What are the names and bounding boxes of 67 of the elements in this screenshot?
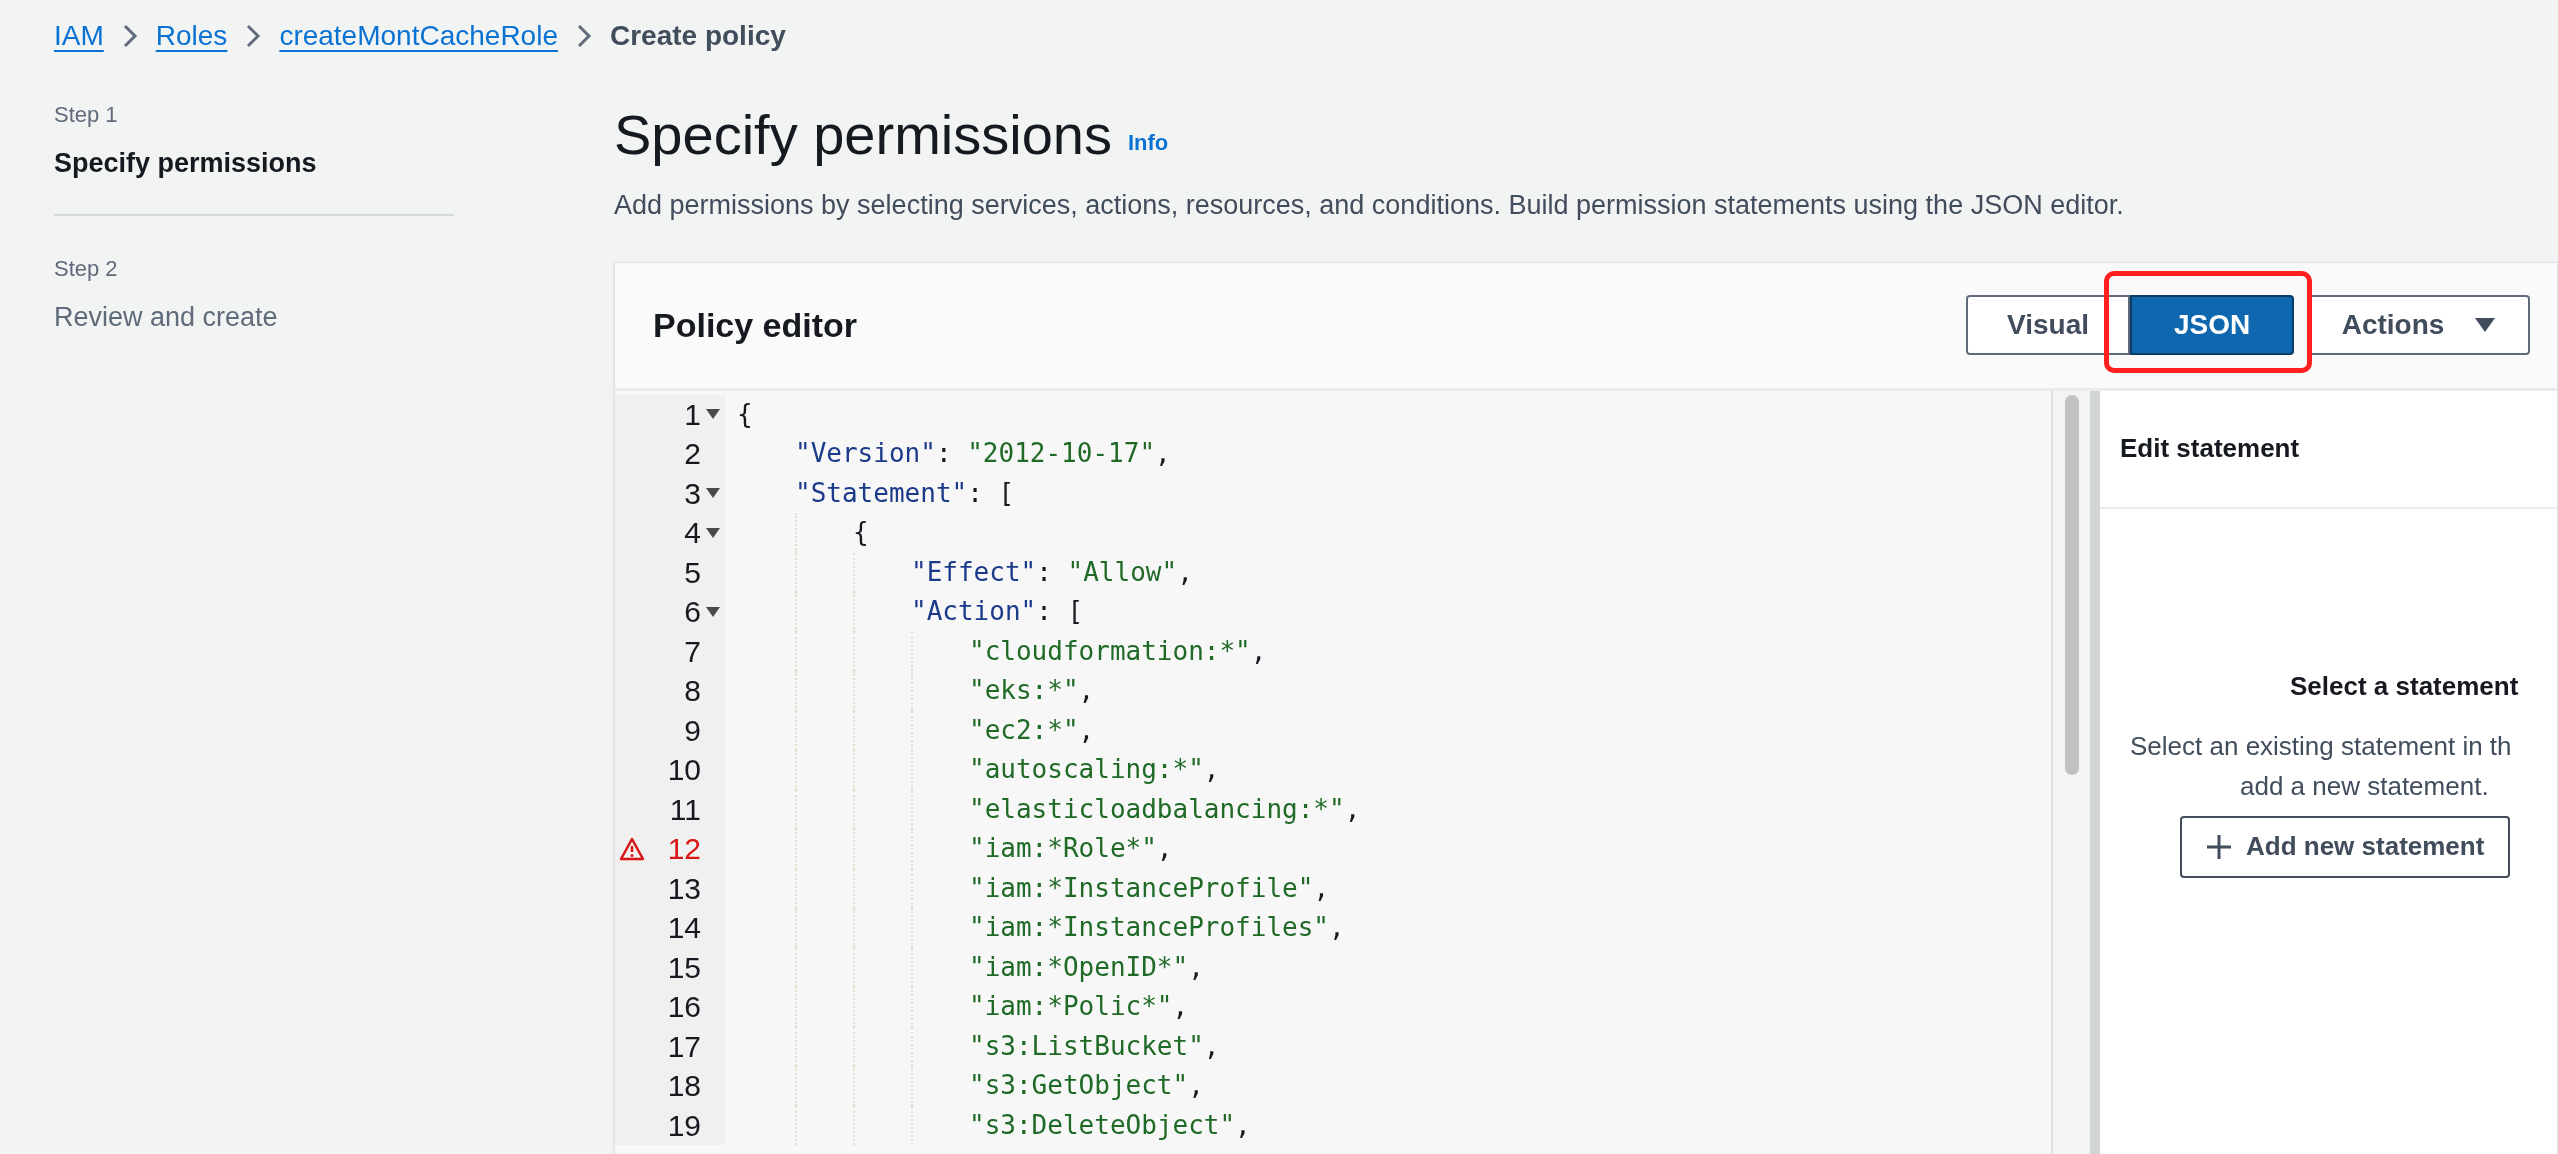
caret-down-icon [2474,317,2497,333]
breadcrumb-link[interactable]: Roles [155,15,228,57]
line-number: 5 [684,554,701,591]
page-title: Specify permissions [614,103,1112,167]
line-number: 14 [667,910,701,947]
line-number: 16 [667,989,701,1026]
mode-toggle[interactable]: Visual [1966,295,2131,355]
chevron-right-icon [121,23,138,49]
line-number: 18 [667,1068,701,1105]
step-title[interactable]: Review and create [54,296,614,337]
code-line: "eks:*", [969,674,1095,708]
panel-title: Policy editor [653,304,858,346]
line-number: 6 [684,594,701,631]
empty-state-text: add a new statement. [2240,769,2490,803]
line-number: 19 [667,1107,701,1144]
breadcrumb-link[interactable]: createMontCacheRole [279,15,558,57]
step-label: Step 2 [54,254,119,283]
breadcrumb-current: Create policy [609,19,786,53]
code-line: "s3:ListBucket", [969,1029,1220,1063]
code-line: "Action": [ [911,595,1084,629]
code-line: "iam:*Role*", [969,832,1173,866]
line-number: 17 [667,1028,701,1065]
fold-arrow-icon[interactable] [705,526,721,539]
scrollbar-thumb[interactable] [2064,394,2079,775]
panel-title: Edit statement [2120,432,2300,465]
code-line: "autoscaling:*", [969,753,1220,787]
code-line: "s3:GetObject", [969,1069,1204,1103]
line-number: 13 [667,870,701,907]
line-number: 7 [684,633,701,670]
code-line: "Statement": [ [795,476,1015,510]
code-line: "iam:*OpenID*", [969,950,1204,984]
fold-arrow-icon[interactable] [705,605,721,618]
code-line: "iam:*InstanceProfile", [969,871,1330,905]
line-number: 1 [684,396,701,433]
chevron-right-icon [245,23,262,49]
line-number: 4 [684,515,701,552]
add-statement-button[interactable]: Add new statement [2180,815,2511,878]
step-label: Step 1 [54,101,119,129]
code-line: "iam:*InstanceProfiles", [969,911,1345,945]
code-line: { [853,516,869,550]
line-number: 2 [684,436,701,473]
line-number: 8 [684,673,701,710]
line-number: 10 [667,752,701,789]
step-title[interactable]: Specify permissions [54,143,454,184]
page-description: Add permissions by selecting services, actions, resources, and conditions. Build permission statements using the JSON editor. [614,189,2125,222]
info-link[interactable]: Info [1127,126,1169,159]
chevron-right-icon [575,23,592,49]
fold-arrow-icon[interactable] [705,408,721,421]
line-number: 12 [667,831,701,868]
code-line: "s3:DeleteObject", [969,1108,1251,1142]
code-line: "Version": "2012-10-17", [795,437,1171,471]
empty-state-text: Select an existing statement in th [2130,729,2513,763]
line-number: 9 [684,712,701,749]
code-line: "elasticloadbalancing:*", [969,792,1361,826]
code-line: "cloudformation:*", [969,634,1267,668]
code-line: "ec2:*", [969,713,1095,747]
code-line: { [737,397,753,431]
line-number: 15 [667,949,701,986]
mode-toggle[interactable]: JSON [2130,295,2295,355]
line-number: 3 [684,475,701,512]
empty-state-title: Select a statement [2290,669,2520,703]
breadcrumb-link[interactable]: IAM [54,15,104,57]
line-number: 11 [669,791,701,828]
code-line: "Effect": "Allow", [911,555,1193,589]
code-line: "iam:*Polic*", [969,990,1189,1024]
fold-arrow-icon[interactable] [705,487,721,500]
plus-icon [2206,833,2232,860]
